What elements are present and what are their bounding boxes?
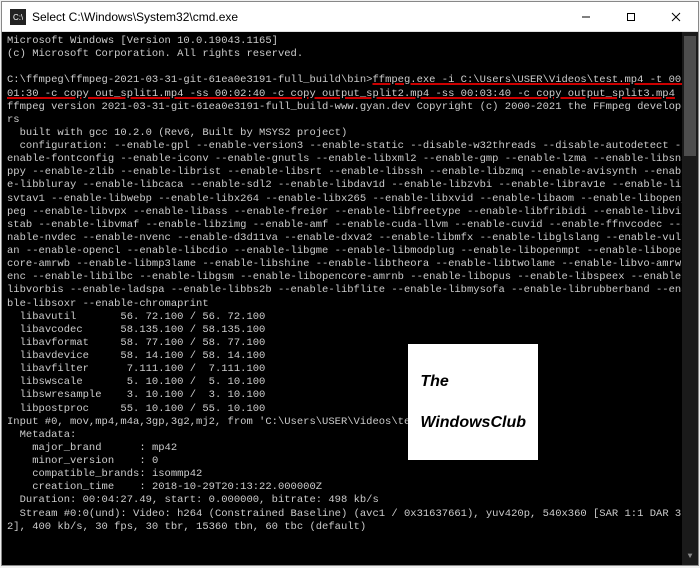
close-button[interactable] [653, 2, 698, 31]
svg-text:C:\: C:\ [13, 13, 23, 22]
window: C:\ Select C:\Windows\System32\cmd.exe M… [1, 1, 699, 566]
metadata-line: creation_time : 2018-10-29T20:13:22.0000… [7, 481, 322, 493]
lib-line: libavformat 58. 77.100 / 58. 77.100 [7, 337, 265, 349]
scrollbar[interactable]: ▲ ▼ [682, 32, 698, 565]
metadata-line: compatible_brands: isommp42 [7, 468, 202, 480]
configuration-block: configuration: --enable-gpl --enable-ver… [7, 140, 688, 310]
prompt: C:\ffmpeg\ffmpeg-2021-03-31-git-61ea0e31… [7, 74, 372, 86]
watermark-line1: The [420, 373, 526, 391]
watermark-line2: WindowsClub [420, 414, 526, 432]
lib-line: libavutil 56. 72.100 / 56. 72.100 [7, 311, 265, 323]
input-line: Input #0, mov,mp4,m4a,3gp,3g2,mj2, from … [7, 416, 461, 428]
lib-line: libswresample 3. 10.100 / 3. 10.100 [7, 389, 265, 401]
built-with-line: built with gcc 10.2.0 (Rev6, Built by MS… [7, 127, 347, 139]
scrollbar-thumb[interactable] [684, 36, 696, 156]
lib-line: libpostproc 55. 10.100 / 55. 10.100 [7, 403, 265, 415]
scrollbar-down-arrow[interactable]: ▼ [682, 549, 698, 565]
duration-line: Duration: 00:04:27.49, start: 0.000000, … [7, 494, 379, 506]
minimize-button[interactable] [563, 2, 608, 31]
ffmpeg-version-line: ffmpeg version 2021-03-31-git-61ea0e3191… [7, 101, 688, 126]
lib-line: libswscale 5. 10.100 / 5. 10.100 [7, 376, 265, 388]
metadata-line: major_brand : mp42 [7, 442, 177, 454]
maximize-button[interactable] [608, 2, 653, 31]
titlebar: C:\ Select C:\Windows\System32\cmd.exe [2, 2, 698, 32]
lib-line: libavfilter 7.111.100 / 7.111.100 [7, 363, 265, 375]
cmd-icon: C:\ [10, 9, 26, 25]
metadata-header: Metadata: [7, 429, 76, 441]
stream-line: Stream #0:0(und): Video: h264 (Constrain… [7, 508, 688, 533]
lib-line: libavdevice 58. 14.100 / 58. 14.100 [7, 350, 265, 362]
watermark-logo: The WindowsClub [408, 344, 538, 460]
close-icon [671, 12, 681, 22]
os-version-line: Microsoft Windows [Version 10.0.19043.11… [7, 35, 278, 47]
window-title: Select C:\Windows\System32\cmd.exe [32, 10, 563, 24]
copyright-line: (c) Microsoft Corporation. All rights re… [7, 48, 303, 60]
lib-line: libavcodec 58.135.100 / 58.135.100 [7, 324, 265, 336]
window-controls [563, 2, 698, 31]
terminal-output[interactable]: Microsoft Windows [Version 10.0.19043.11… [2, 32, 698, 565]
maximize-icon [626, 12, 636, 22]
metadata-line: minor_version : 0 [7, 455, 158, 467]
minimize-icon [581, 12, 591, 22]
